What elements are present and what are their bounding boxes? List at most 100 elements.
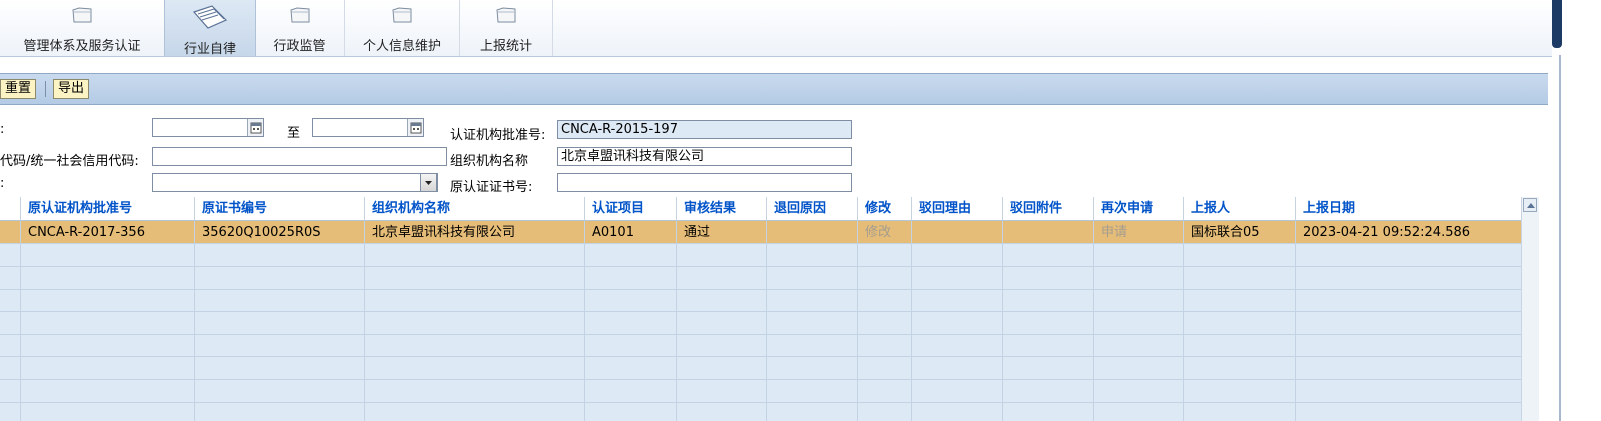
grid-cell (1093, 402, 1101, 421)
grid-cell (1093, 244, 1101, 266)
grid-cell (766, 289, 774, 312)
column-header[interactable]: 修改 (857, 197, 911, 220)
column-header[interactable]: 驳回理由 (911, 197, 1002, 220)
column-header[interactable]: 上报人 (1183, 197, 1295, 220)
grid-cell (194, 244, 202, 266)
grid-cell (676, 334, 684, 357)
calendar-icon[interactable] (407, 119, 424, 137)
grid-cell (676, 266, 684, 289)
grid-cell (1002, 289, 1010, 312)
org-code-field[interactable] (152, 147, 447, 166)
grid-cell (194, 311, 202, 334)
folder-icon (392, 7, 412, 23)
table-row-empty[interactable] (0, 402, 1521, 421)
grid-cell (766, 311, 774, 334)
nav-tab-report-statistics[interactable]: 上报统计 (460, 0, 553, 56)
grid-cell (857, 334, 865, 357)
grid-cell (1002, 357, 1010, 379)
grid-cell (194, 289, 202, 312)
grid-cell (676, 402, 684, 421)
table-row-empty[interactable] (0, 266, 1521, 290)
column-header[interactable]: 原证书编号 (194, 197, 364, 220)
grid-cell (364, 334, 372, 357)
column-header[interactable]: 上报日期 (1295, 197, 1521, 220)
cell-orig-cert-no: 35620Q10025R0S (194, 221, 364, 243)
status-select[interactable] (152, 173, 438, 192)
table-row-empty[interactable] (0, 334, 1521, 358)
grid-cell (766, 244, 774, 266)
grid-cell (20, 311, 28, 334)
grid-cell (857, 311, 865, 334)
dropdown-button[interactable] (420, 173, 437, 192)
grid-cell (857, 402, 865, 421)
grid-cell (1295, 289, 1303, 312)
nav-tab-administrative-supervision[interactable]: 行政监管 (255, 0, 345, 56)
grid-cell (676, 357, 684, 379)
cert-body-no-label: 认证机构批准号: (450, 128, 546, 143)
grid-cell (364, 379, 372, 402)
reset-button[interactable]: 重置 (0, 79, 37, 99)
right-frame-border (1552, 0, 1601, 421)
scroll-up-icon[interactable] (1523, 198, 1537, 212)
date-from-field[interactable] (152, 118, 264, 137)
grid-cell (584, 311, 592, 334)
grid-cell (857, 379, 865, 402)
table-row-empty[interactable] (0, 357, 1521, 380)
table-row-empty[interactable] (0, 311, 1521, 335)
folder-icon (496, 7, 516, 23)
table-scrollbar[interactable] (1521, 197, 1539, 421)
reapply-link[interactable]: 申请 (1093, 221, 1183, 243)
grid-cell (584, 379, 592, 402)
table-row-empty[interactable] (0, 379, 1521, 403)
grid-cell (857, 289, 865, 312)
column-header[interactable]: 退回原因 (766, 197, 857, 220)
column-header[interactable]: 原认证机构批准号 (20, 197, 194, 220)
org-name-field[interactable]: 北京卓盟讯科技有限公司 (557, 147, 852, 166)
column-header[interactable]: 组织机构名称 (364, 197, 584, 220)
cert-body-no-field[interactable]: CNCA-R-2015-197 (557, 120, 852, 139)
nav-tab-personal-info[interactable]: 个人信息维护 (345, 0, 460, 56)
grid-cell (766, 357, 774, 379)
table-row[interactable]: CNCA-R-2017-356 35620Q10025R0S 北京卓盟讯科技有限… (0, 221, 1521, 244)
column-header[interactable]: 驳回附件 (1002, 197, 1093, 220)
grid-cell (766, 334, 774, 357)
grid-cell (1295, 334, 1303, 357)
documents-icon (192, 5, 228, 29)
grid-cell (911, 266, 919, 289)
grid-cell (911, 379, 919, 402)
table-header: 原认证机构批准号 原证书编号 组织机构名称 认证项目 审核结果 退回原因 修改 … (0, 197, 1521, 221)
column-header[interactable]: 再次申请 (1093, 197, 1183, 220)
cell-reject-attachment (1002, 221, 1093, 243)
orig-cert-no-field[interactable] (557, 173, 852, 192)
grid-cell (20, 266, 28, 289)
grid-cell (911, 311, 919, 334)
grid-cell (1295, 266, 1303, 289)
cell-orig-cert-body-no: CNCA-R-2017-356 (20, 221, 194, 243)
grid-cell (911, 334, 919, 357)
nav-tab-management-certification[interactable]: 管理体系及服务认证 (0, 0, 165, 56)
grid-cell (1183, 402, 1191, 421)
select-label: : (0, 176, 5, 191)
grid-cell (1093, 289, 1101, 312)
grid-cell (1002, 244, 1010, 266)
nav-tab-label: 管理体系及服务认证 (23, 39, 141, 54)
date-to-field[interactable] (312, 118, 424, 137)
grid-cell (1183, 357, 1191, 379)
toolbar-separator (45, 81, 46, 97)
table-row-empty[interactable] (0, 289, 1521, 313)
nav-tab-industry-self-discipline[interactable]: 行业自律 (164, 0, 256, 57)
grid-cell (364, 289, 372, 312)
export-button[interactable]: 导出 (53, 79, 90, 99)
grid-cell (584, 244, 592, 266)
calendar-icon[interactable] (247, 119, 264, 137)
frame-edge (1552, 0, 1562, 48)
grid-cell (364, 311, 372, 334)
cell-report-date: 2023-04-21 09:52:24.586 (1295, 221, 1521, 243)
modify-link[interactable]: 修改 (857, 221, 911, 243)
table-row-empty[interactable] (0, 244, 1521, 267)
column-header[interactable]: 认证项目 (584, 197, 676, 220)
grid-cell (1002, 334, 1010, 357)
column-header[interactable]: 审核结果 (676, 197, 766, 220)
grid-cell (1183, 244, 1191, 266)
grid-cell (194, 334, 202, 357)
